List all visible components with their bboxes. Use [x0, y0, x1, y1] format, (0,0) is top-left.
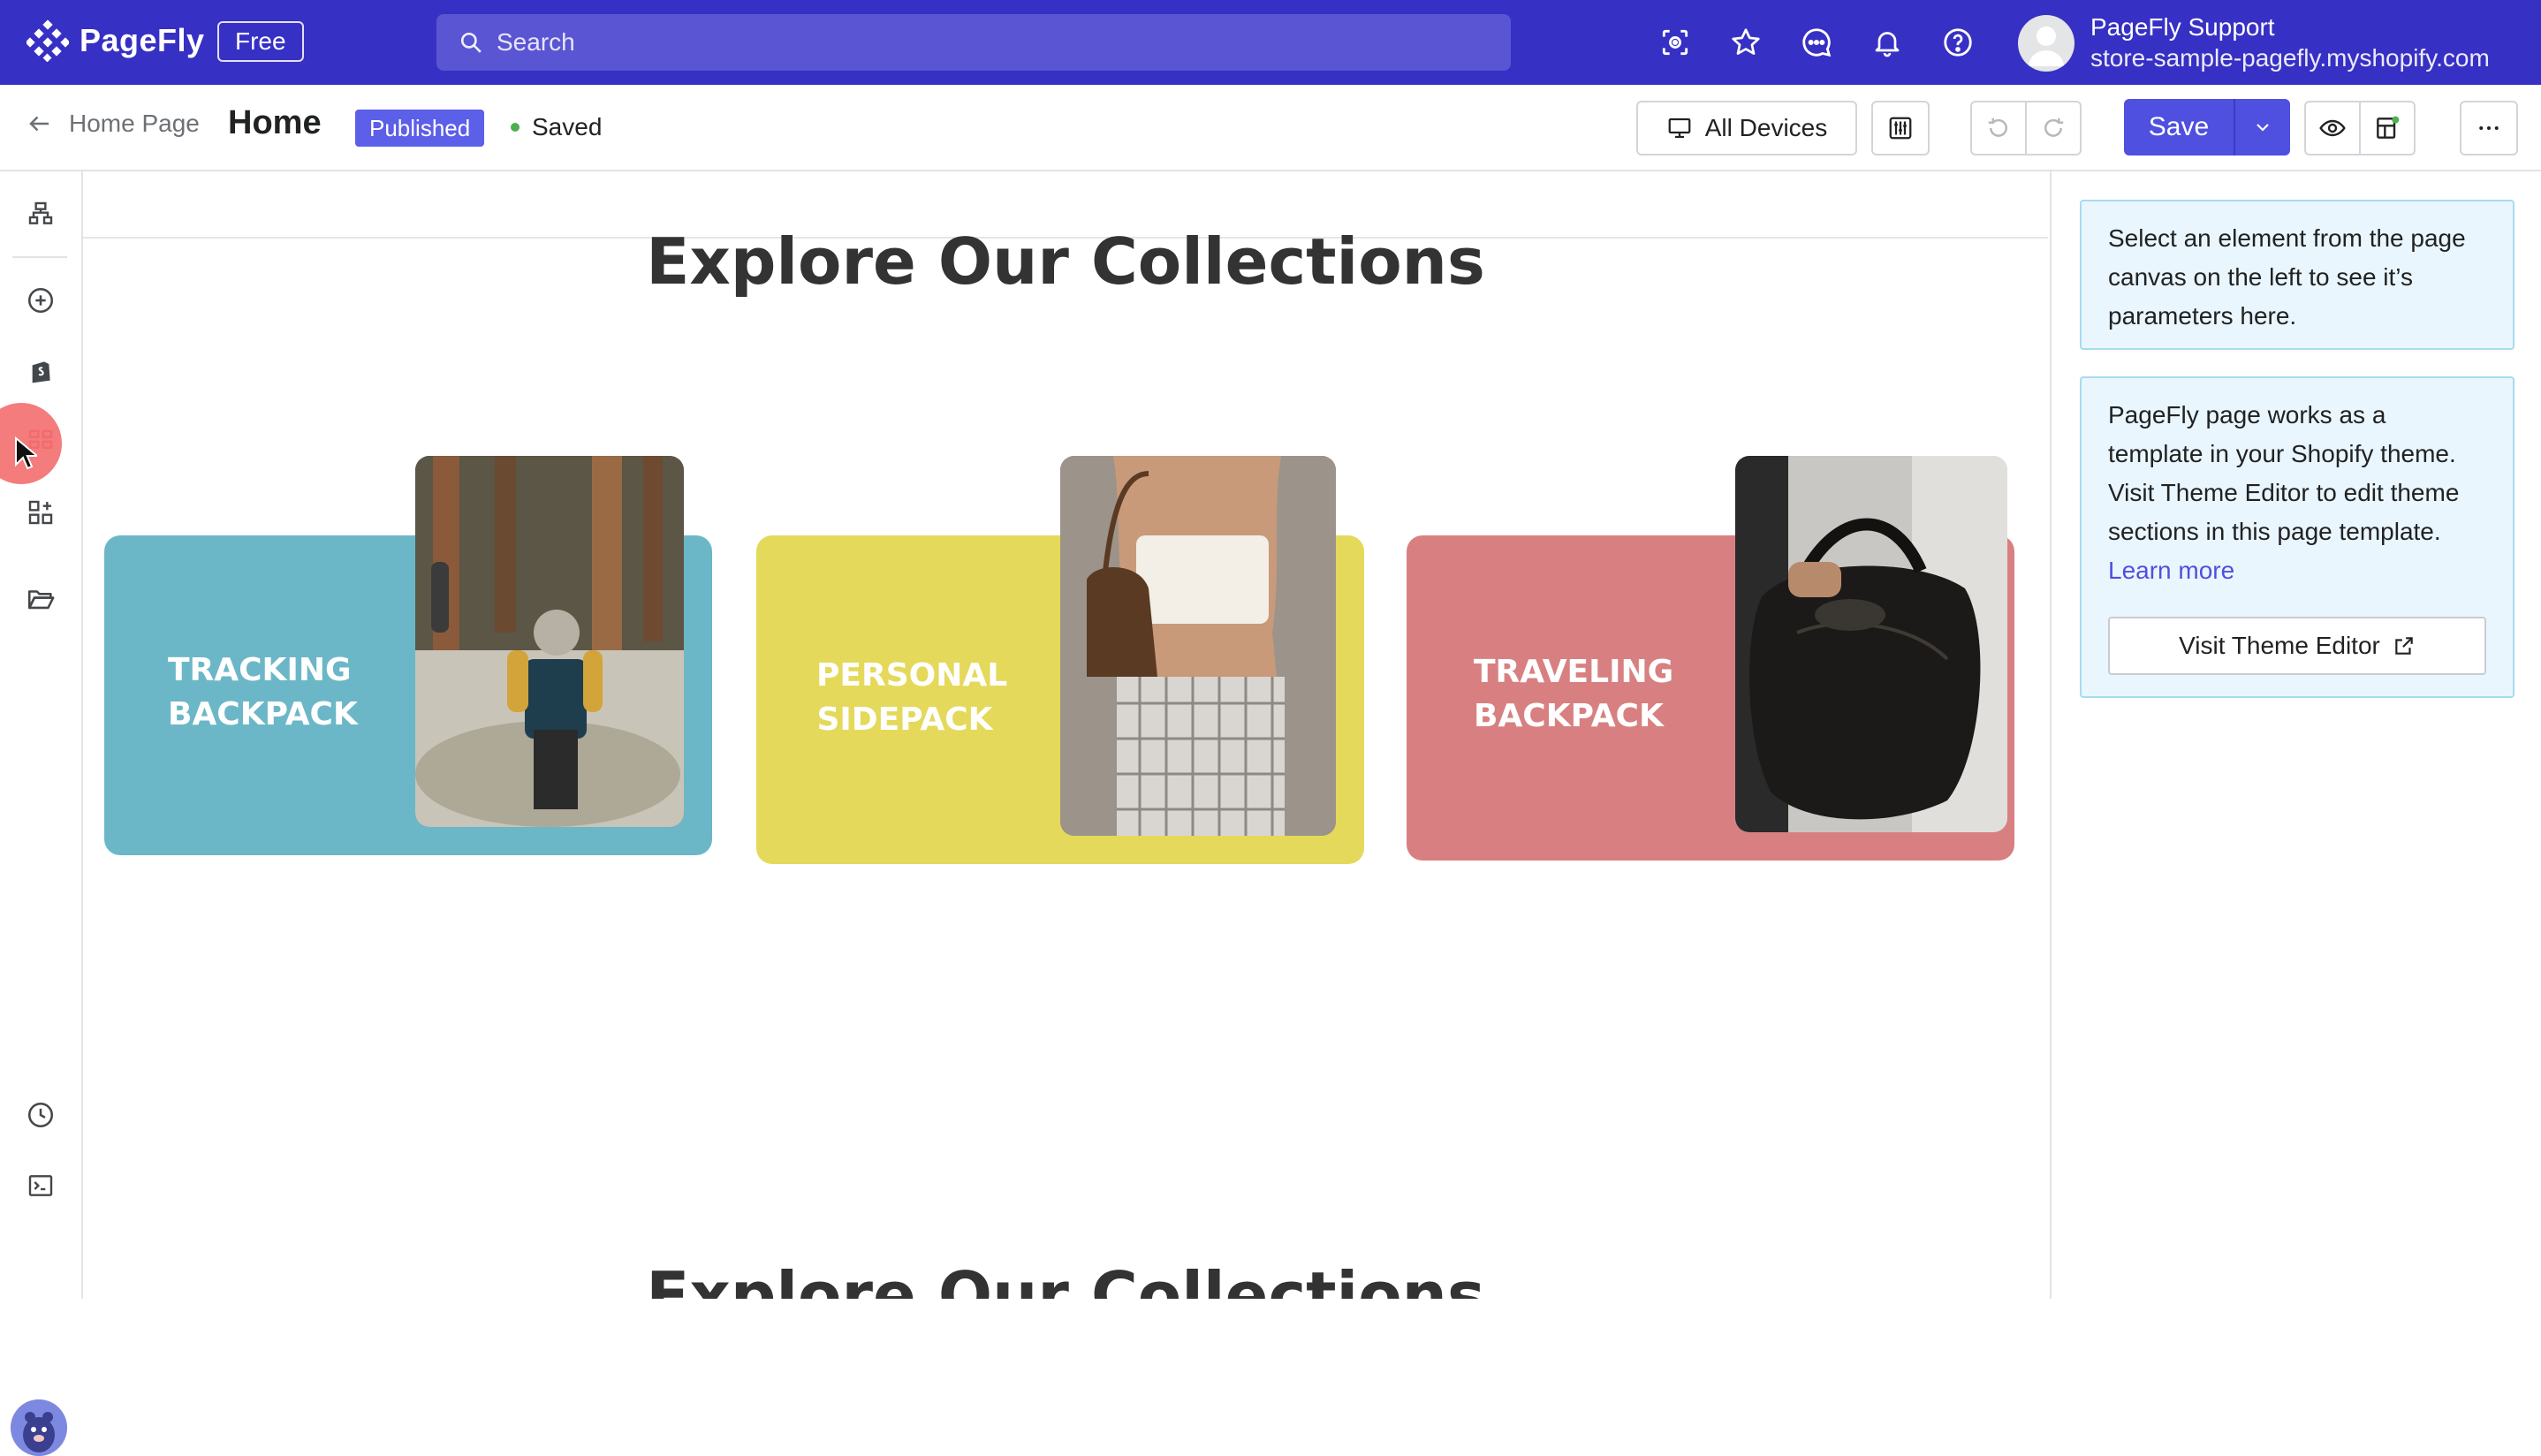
collection-image-tracking[interactable]: [415, 456, 684, 827]
layout-publish-icon: [2377, 116, 2400, 139]
arrow-left-icon: [29, 116, 49, 132]
more-horizontal-icon: [2479, 126, 2499, 130]
search-input[interactable]: [495, 27, 1470, 57]
apps-icon[interactable]: [23, 495, 58, 530]
card-label-traveling: TRAVELING BACKPACK: [1474, 654, 1674, 734]
search-icon: [460, 32, 482, 53]
user-avatar: [2018, 15, 2075, 72]
help-icon[interactable]: [1940, 25, 1976, 60]
page-title: Home: [228, 104, 322, 141]
page-settings-button[interactable]: [1871, 101, 1930, 155]
section-heading-repeat[interactable]: Explore Our Collections: [83, 1258, 2048, 1299]
visit-theme-editor-button[interactable]: Visit Theme Editor: [2108, 617, 2486, 675]
template-info-box: PageFly page works as a template in your…: [2080, 376, 2514, 698]
layers-icon[interactable]: [23, 196, 58, 231]
terminal-icon[interactable]: [23, 1168, 58, 1203]
redo-button[interactable]: [2027, 115, 2080, 141]
theme-button-label: Visit Theme Editor: [2179, 632, 2380, 659]
bell-icon[interactable]: [1870, 25, 1905, 60]
support-bot-avatar[interactable]: [11, 1399, 67, 1456]
back-label: Home Page: [69, 110, 200, 137]
add-element-icon[interactable]: [23, 283, 58, 318]
save-button[interactable]: Save: [2124, 99, 2234, 155]
user-name: PageFly Support: [2090, 13, 2275, 41]
pagefly-logo[interactable]: PageFly: [27, 19, 205, 62]
saved-label: Saved: [532, 113, 603, 140]
saved-dot: [511, 123, 520, 132]
plan-badge[interactable]: Free: [217, 21, 304, 62]
folder-icon[interactable]: [23, 581, 58, 617]
logo-text: PageFly: [80, 22, 205, 58]
chevron-down-icon: [2257, 124, 2269, 132]
history-icon[interactable]: [23, 1097, 58, 1133]
left-sidebar: [0, 171, 83, 1456]
select-hint-text: Select an element from the page canvas o…: [2108, 224, 2466, 330]
select-element-hint: Select an element from the page canvas o…: [2080, 200, 2514, 350]
preview-button[interactable]: [2306, 114, 2359, 142]
save-status: Saved: [511, 113, 602, 141]
undo-redo-group: [1970, 101, 2082, 155]
card-label-personal: PERSONAL SIDEPACK: [816, 657, 1008, 738]
sliders-icon: [1889, 117, 1912, 140]
target-settings-icon[interactable]: [1657, 25, 1693, 60]
more-options-button[interactable]: [2460, 101, 2518, 155]
search-bar[interactable]: [436, 14, 1511, 71]
external-link-icon: [2395, 637, 2413, 655]
status-badge: Published: [355, 110, 485, 147]
sidebar-divider: [12, 256, 67, 258]
save-options-dropdown[interactable]: [2234, 99, 2290, 155]
card-label-tracking: TRACKING BACKPACK: [168, 652, 358, 732]
section-heading[interactable]: Explore Our Collections: [83, 224, 2048, 299]
page-canvas[interactable]: Explore Our Collections TRACKING BACKPAC…: [83, 171, 2048, 1299]
learn-more-link[interactable]: Learn more: [2108, 557, 2234, 584]
redo-icon: [2044, 118, 2064, 137]
top-navigation-bar: PageFly Free PageFly Support store-sampl…: [0, 0, 2541, 85]
desktop-icon: [1668, 118, 1691, 139]
collection-image-personal[interactable]: [1060, 456, 1336, 836]
eye-icon: [2319, 119, 2346, 137]
all-devices-button[interactable]: All Devices: [1636, 101, 1857, 155]
collection-image-traveling[interactable]: [1735, 456, 2007, 832]
chat-icon[interactable]: [1799, 25, 1834, 60]
pagefly-logo-icon: [27, 19, 69, 62]
user-store-domain: store-sample-pagefly.myshopify.com: [2090, 44, 2490, 72]
preview-group: [2304, 101, 2416, 155]
save-button-group: Save: [2124, 99, 2290, 155]
mouse-cursor: [15, 436, 37, 470]
star-icon[interactable]: [1728, 25, 1764, 60]
publish-layout-button[interactable]: [2361, 114, 2414, 142]
shopify-icon[interactable]: [23, 353, 58, 389]
properties-panel: Select an element from the page canvas o…: [2050, 171, 2541, 1299]
undo-icon: [1988, 118, 2007, 137]
back-to-home-page[interactable]: Home Page: [27, 110, 200, 138]
template-info-text: PageFly page works as a template in your…: [2108, 401, 2460, 545]
user-menu[interactable]: PageFly Support store-sample-pagefly.mys…: [2018, 12, 2490, 74]
undo-button[interactable]: [1972, 115, 2025, 141]
all-devices-label: All Devices: [1704, 114, 1828, 141]
